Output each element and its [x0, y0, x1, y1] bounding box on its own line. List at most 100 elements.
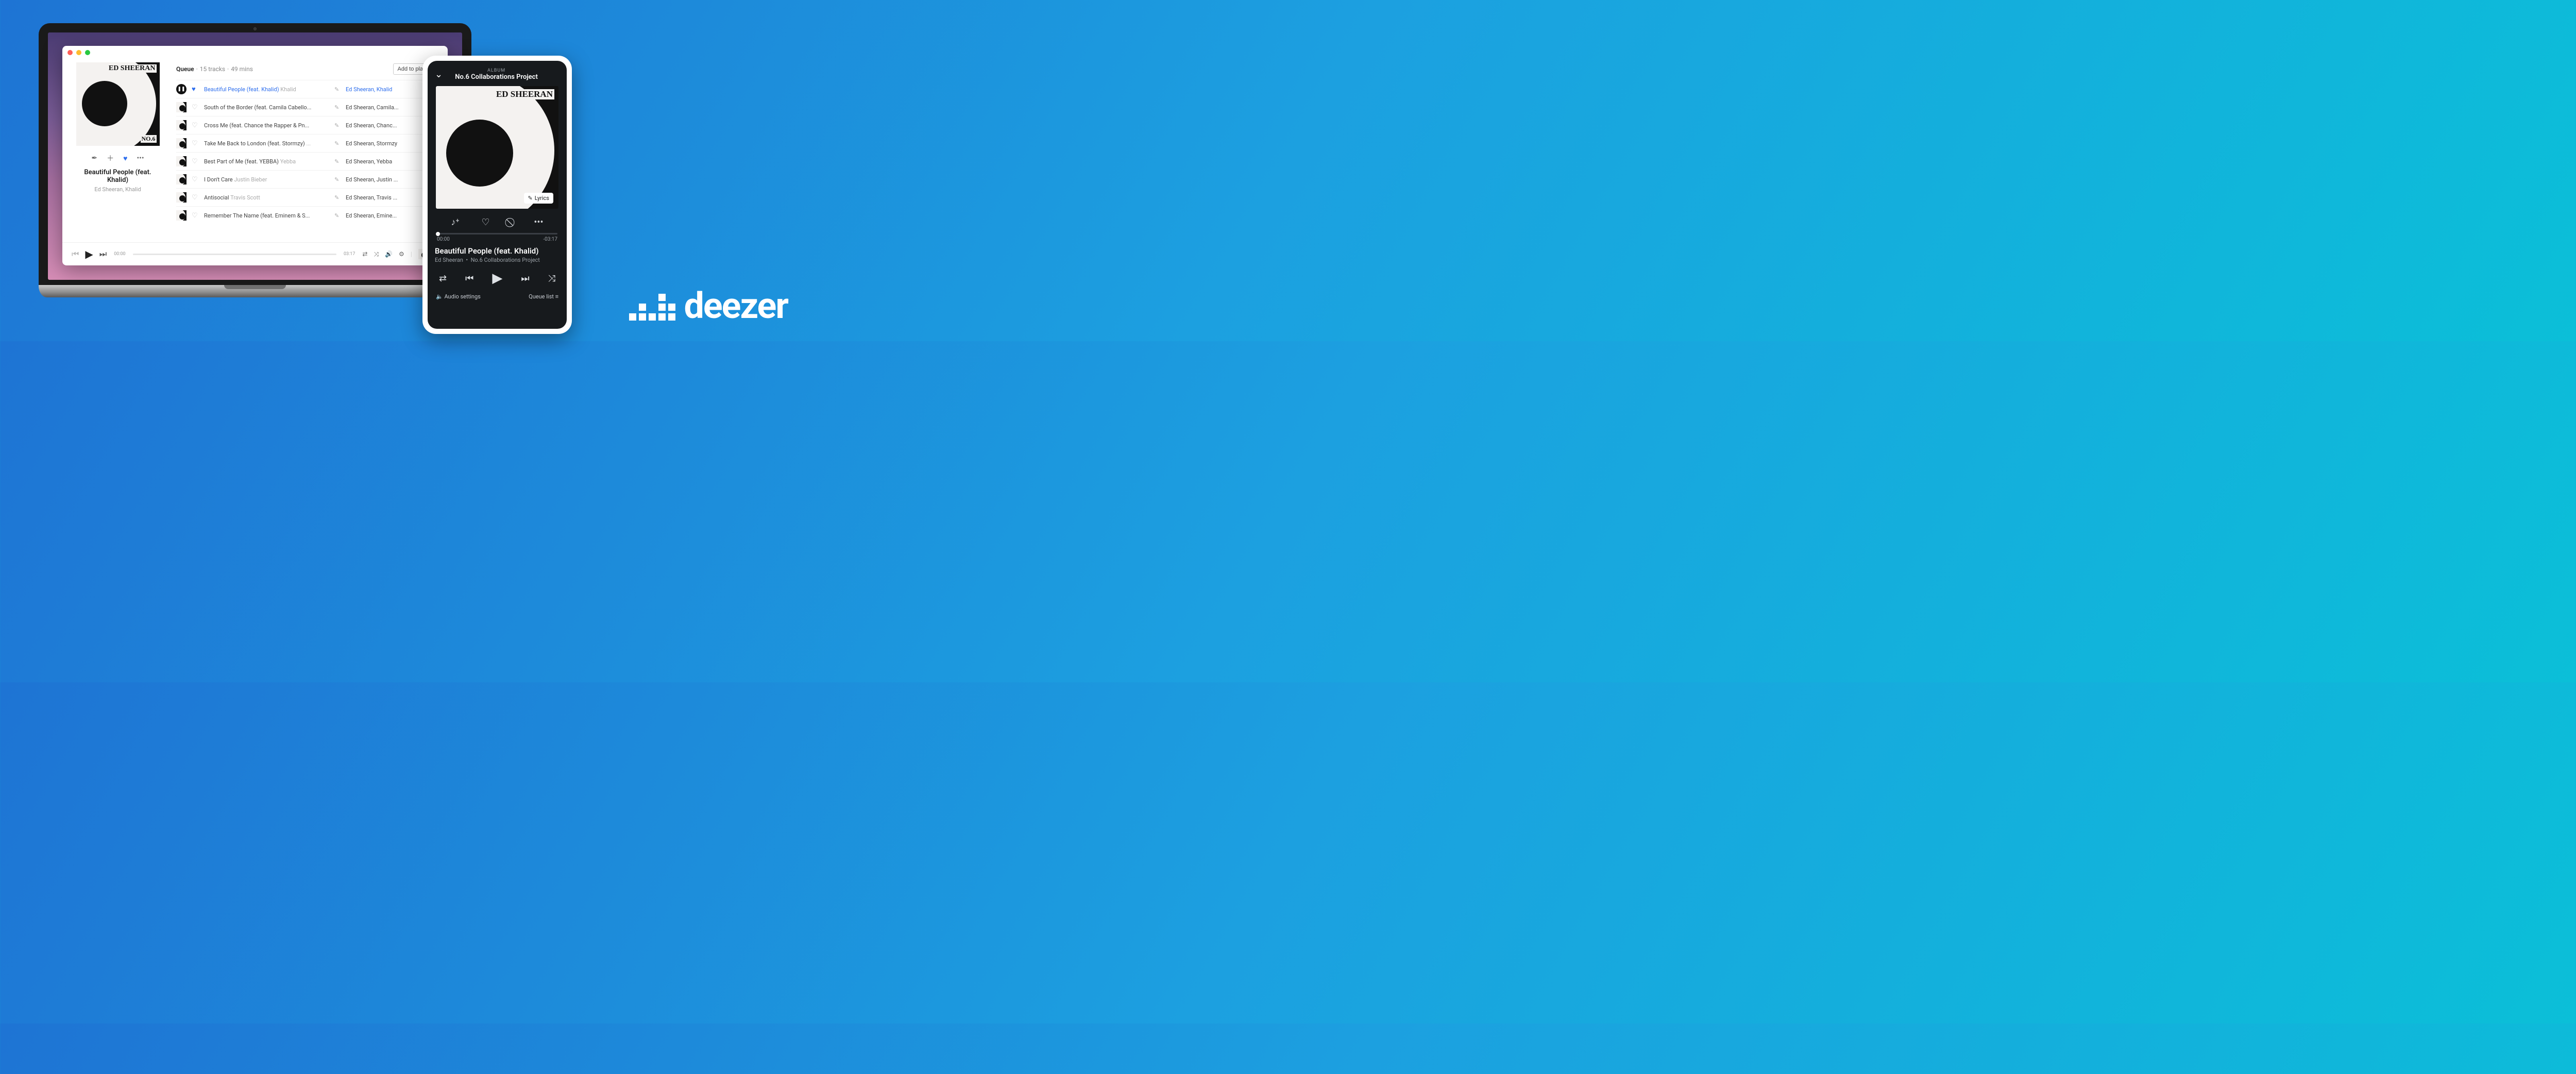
main-content: ED SHEERAN NO.6 ✒︎ ＋ ♥ ••• Beautiful Peo… [62, 59, 448, 242]
window-maximize-button[interactable] [85, 50, 90, 55]
track-row[interactable]: ♡Take Me Back to London (feat. Stormzy) … [176, 134, 437, 152]
more-icon[interactable]: ••• [137, 154, 144, 162]
queue-track-count: 15 tracks [200, 65, 225, 73]
pause-icon[interactable]: ❚❚ [176, 84, 187, 94]
album-no6-label: NO.6 [141, 135, 157, 143]
queue-total-time: 49 mins [231, 65, 253, 73]
heart-icon[interactable]: ♡ [192, 212, 199, 220]
mic-icon[interactable]: ✒︎ [91, 154, 97, 162]
shuffle-icon[interactable]: ⤨ [374, 250, 379, 258]
now-playing-artists: Ed Sheeran, Khalid [94, 186, 141, 193]
volume-icon[interactable]: 🔊 [385, 250, 393, 258]
mobile-art-container: ED SHEERAN ✎ Lyrics [436, 86, 558, 209]
window-minimize-button[interactable] [76, 50, 81, 55]
track-thumb[interactable] [176, 102, 187, 112]
list-icon: ≡ [555, 293, 558, 300]
lyrics-icon[interactable]: ✎ [334, 104, 341, 111]
play-icon[interactable]: ▶ [85, 248, 93, 260]
track-row[interactable]: ♡ Antisocial Travis Scott ✎ Ed Sheeran, Tra… [176, 188, 437, 206]
track-thumb[interactable] [176, 156, 187, 166]
mobile-progress-bar[interactable] [437, 233, 557, 234]
repeat-icon[interactable]: ⇄ [362, 250, 367, 258]
album-art-large[interactable]: ED SHEERAN NO.6 [76, 62, 160, 146]
track-thumb[interactable] [176, 192, 187, 203]
lyrics-icon[interactable]: ✎ [334, 176, 341, 183]
queue-list-button[interactable]: Queue list ≡ [529, 293, 558, 300]
track-title: South of the Border (feat. Camila Cabell… [204, 104, 329, 111]
heart-icon[interactable]: ♥ [123, 154, 127, 163]
mobile-album-art[interactable]: ED SHEERAN [436, 86, 558, 209]
track-thumb[interactable] [176, 138, 187, 148]
lyrics-icon[interactable]: ✎ [334, 194, 341, 201]
track-thumb[interactable] [176, 174, 187, 184]
brand-logo: deezer [629, 292, 788, 321]
heart-icon[interactable]: ♡ [192, 158, 199, 165]
track-row[interactable]: ♡ South of the Border (feat. Camila Cabel… [176, 98, 437, 116]
track-title: Beautiful People (feat. Khalid) Khalid [204, 86, 329, 93]
track-thumb[interactable] [176, 120, 187, 130]
camera-dot [253, 27, 257, 30]
lyrics-button[interactable]: ✎ Lyrics [524, 193, 553, 204]
desktop-app-window: ED SHEERAN NO.6 ✒︎ ＋ ♥ ••• Beautiful Peo… [62, 46, 448, 265]
window-close-button[interactable] [67, 50, 73, 55]
lyrics-icon[interactable]: ✎ [334, 212, 341, 219]
add-to-playlist-icon[interactable]: ♪⁺ [451, 217, 459, 228]
track-row[interactable]: ♡Cross Me (feat. Chance the Rapper & Pn.… [176, 116, 437, 134]
prev-icon[interactable]: ⏮ [465, 273, 473, 284]
track-title: Antisocial Travis Scott [204, 194, 329, 201]
track-artists: Ed Sheeran, Travis ... [346, 194, 413, 201]
chevron-down-icon[interactable]: ⌄ [435, 68, 443, 80]
track-row[interactable]: ❚❚ ♥ Beautiful People (feat. Khalid) Khali… [176, 80, 437, 98]
mobile-track-sub: Ed Sheeran • No.6 Collaborations Project [435, 257, 560, 263]
lyrics-icon[interactable]: ✎ [334, 86, 341, 93]
shuffle-icon[interactable]: ⤨ [548, 273, 555, 284]
track-artists: Ed Sheeran, Yebba [346, 158, 413, 165]
now-playing-title: Beautiful People (feat. Khalid) [76, 169, 160, 184]
repeat-icon[interactable]: ⇄ [439, 273, 447, 284]
track-artists: Ed Sheeran, Emine... [346, 212, 413, 219]
total-time: 03:17 [344, 251, 355, 257]
play-icon[interactable]: ▶ [492, 271, 502, 286]
lyrics-icon[interactable]: ✎ [334, 158, 341, 165]
track-list: ❚❚ ♥ Beautiful People (feat. Khalid) Khali… [176, 80, 437, 242]
player-bar: ⏮ ▶ ⏭ 00:00 03:17 ⇄ ⤨ 🔊 ⚙ | ◐ [62, 242, 448, 265]
track-row[interactable]: ♡Remember The Name (feat. Eminem & S... … [176, 206, 437, 224]
mobile-playback-controls: ⇄ ⏮ ▶ ⏭ ⤨ [439, 271, 555, 286]
track-artists: Ed Sheeran, Khalid [346, 86, 413, 93]
track-row[interactable]: ♡ Best Part of Me (feat. YEBBA) Yebba ✎ Ed … [176, 152, 437, 170]
lyrics-icon[interactable]: ✎ [334, 140, 341, 147]
add-icon[interactable]: ＋ [107, 153, 114, 163]
next-icon[interactable]: ⏭ [521, 273, 529, 284]
heart-icon[interactable]: ♥ [192, 85, 199, 93]
desktop-wallpaper: ED SHEERAN NO.6 ✒︎ ＋ ♥ ••• Beautiful Peo… [48, 32, 462, 280]
mobile-header-label: ALBUM [448, 68, 545, 73]
mobile-progress: 00:00 -03:17 [437, 233, 557, 242]
heart-icon[interactable]: ♡ [192, 104, 199, 111]
heart-icon[interactable]: ♡ [482, 217, 490, 228]
mobile-album-label: ED SHEERAN [495, 89, 554, 99]
now-playing-actions: ✒︎ ＋ ♥ ••• [91, 153, 144, 163]
brand-name: deezer [684, 292, 788, 321]
heart-icon[interactable]: ♡ [192, 140, 199, 147]
prev-icon[interactable]: ⏮ [72, 249, 79, 259]
track-thumb[interactable] [176, 210, 187, 221]
more-icon[interactable]: ••• [534, 217, 543, 228]
heart-icon[interactable]: ♡ [192, 122, 199, 129]
mobile-track-actions: ♪⁺ ♡ ⃠ ••• [440, 217, 554, 228]
track-title: Best Part of Me (feat. YEBBA) Yebba [204, 158, 329, 165]
progress-bar[interactable] [133, 254, 336, 255]
next-icon[interactable]: ⏭ [99, 249, 107, 259]
heart-icon[interactable]: ♡ [192, 194, 199, 202]
track-title: Remember The Name (feat. Eminem & S... [204, 212, 329, 219]
equalizer-icon[interactable]: ⚙ [399, 250, 404, 258]
equalizer-logo-icon [629, 294, 675, 321]
queue-pane: Queue · 15 tracks · 49 mins Add to playl… [173, 59, 448, 242]
track-row[interactable]: ♡I Don't Care Justin Bieber✎Ed Sheeran, … [176, 170, 437, 188]
lyrics-icon[interactable]: ✎ [334, 122, 341, 129]
audio-settings-button[interactable]: 🔈 Audio settings [436, 293, 481, 300]
mobile-frame: ⌄ ALBUM No.6 Collaborations Project ED S… [422, 56, 572, 334]
heart-icon[interactable]: ♡ [192, 176, 199, 183]
mobile-bottom-bar: 🔈 Audio settings Queue list ≡ [435, 293, 560, 300]
mobile-header: ⌄ ALBUM No.6 Collaborations Project [435, 68, 560, 81]
speaker-icon: 🔈 [436, 293, 443, 300]
